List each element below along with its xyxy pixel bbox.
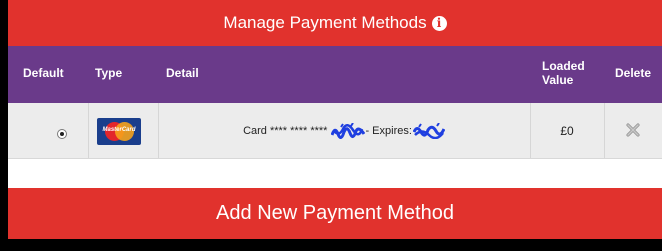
column-divider [604,103,605,158]
delete-button[interactable] [625,122,641,138]
panel-header: Manage Payment Methods i [8,0,662,46]
column-divider [88,103,89,158]
page-title: Manage Payment Methods [223,13,427,32]
redacted-card-digits [331,122,366,139]
table-header: Default Type Detail Loaded Value Delete [8,46,662,103]
expiry-label: - Expires: [365,124,412,137]
info-icon[interactable]: i [431,15,447,31]
close-icon [626,123,640,137]
column-header-loaded-value: Loaded Value [542,59,585,87]
add-payment-method-button[interactable]: Add New Payment Method [8,188,662,239]
card-detail: Card **** **** **** - Expires: [158,103,530,158]
column-header-delete: Delete [615,66,652,80]
bottom-border [8,239,662,251]
column-header-detail: Detail [166,66,199,80]
column-header-type: Type [95,66,123,80]
default-radio[interactable] [57,129,67,139]
mastercard-icon: MasterCard [97,118,141,145]
card-logo-text: MasterCard [102,127,136,133]
column-header-default: Default [23,66,64,80]
redacted-expiry-date [412,122,445,139]
table-row: MasterCard Card **** **** **** - Expires… [8,103,662,159]
loaded-value: £0 [560,123,574,138]
payment-methods-panel: Manage Payment Methods i Default Type De… [8,0,662,251]
card-number-mask: Card **** **** **** [243,124,328,137]
